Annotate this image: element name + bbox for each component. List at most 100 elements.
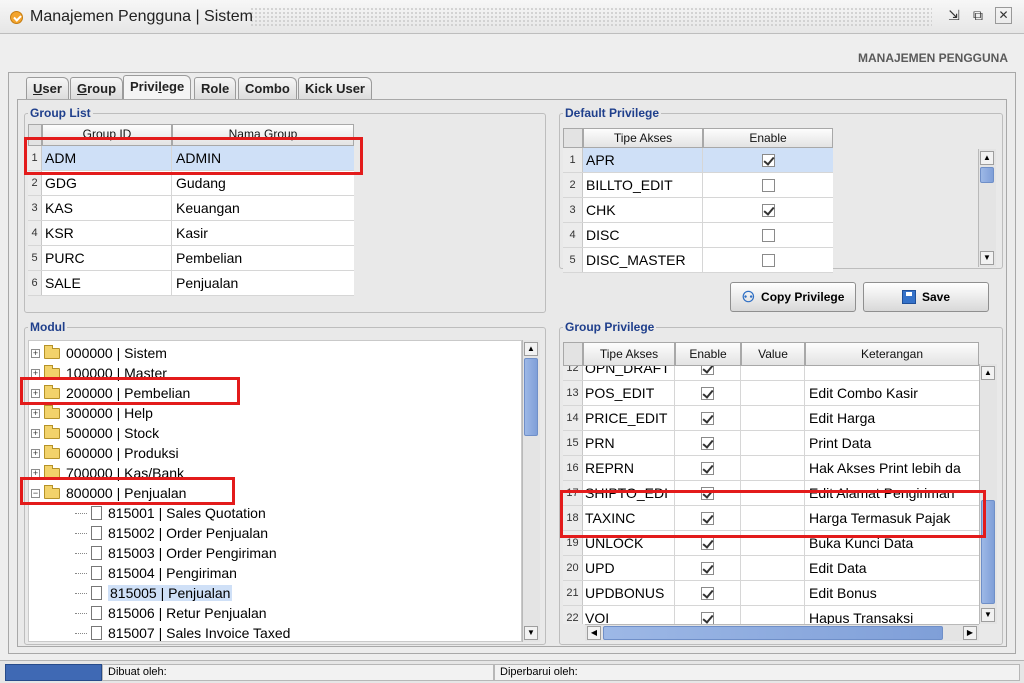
- tree-node[interactable]: − 800000 | Penjualan: [29, 483, 521, 503]
- table-row[interactable]: 3 CHK: [563, 198, 833, 223]
- scroll-down-icon[interactable]: ▼: [981, 608, 995, 622]
- expand-icon[interactable]: +: [31, 368, 40, 378]
- scroll-down-icon[interactable]: ▼: [980, 251, 994, 265]
- scroll-up-icon[interactable]: ▲: [981, 366, 995, 380]
- col-enable[interactable]: Enable: [675, 342, 741, 366]
- table-row[interactable]: 16 REPRN Hak Akses Print lebih da: [563, 456, 979, 481]
- enable-checkbox[interactable]: [701, 537, 714, 550]
- tree-node[interactable]: 815001 | Sales Quotation: [29, 503, 521, 523]
- enable-checkbox[interactable]: [761, 229, 775, 242]
- scroll-up-icon[interactable]: ▲: [980, 151, 994, 165]
- tree-node[interactable]: +000000 | Sistem: [29, 343, 521, 363]
- scroll-right-icon[interactable]: ▶: [963, 626, 977, 640]
- folder-open-icon: [44, 484, 60, 499]
- table-row[interactable]: 2 GDG Gudang: [28, 171, 354, 196]
- tab-group[interactable]: Group: [70, 77, 124, 99]
- tree-node[interactable]: +100000 | Master: [29, 363, 521, 383]
- table-row[interactable]: 21 UPDBONUS Edit Bonus: [563, 581, 979, 606]
- scroll-up-icon[interactable]: ▲: [524, 342, 538, 356]
- tree-node[interactable]: +200000 | Pembelian: [29, 383, 521, 403]
- enable-checkbox[interactable]: [701, 562, 714, 575]
- scroll-down-icon[interactable]: ▼: [524, 626, 538, 640]
- enable-checkbox[interactable]: [761, 254, 775, 267]
- scroll-thumb[interactable]: [980, 167, 994, 183]
- table-row[interactable]: 18 TAXINC Harga Termasuk Pajak: [563, 506, 979, 531]
- close-icon[interactable]: ✕: [995, 7, 1012, 24]
- table-row[interactable]: 1 ADM ADMIN: [28, 146, 354, 171]
- scroll-left-icon[interactable]: ◀: [587, 626, 601, 640]
- expand-icon[interactable]: +: [31, 388, 40, 398]
- expand-icon[interactable]: +: [31, 448, 40, 458]
- tab-role[interactable]: Role: [194, 77, 237, 99]
- enable-checkbox[interactable]: [701, 587, 714, 600]
- tree-node[interactable]: 815006 | Retur Penjualan: [29, 603, 521, 623]
- col-enable[interactable]: Enable: [703, 128, 833, 148]
- tree-node[interactable]: 815007 | Sales Invoice Taxed: [29, 623, 521, 641]
- enable-checkbox[interactable]: [701, 412, 714, 425]
- table-row[interactable]: 14 PRICE_EDIT Edit Harga: [563, 406, 979, 431]
- col-tipe-akses[interactable]: Tipe Akses: [583, 128, 703, 148]
- copy-privilege-button[interactable]: ⚇ Copy Privilege: [730, 282, 856, 312]
- enable-checkbox[interactable]: [701, 437, 714, 450]
- table-row[interactable]: 1 APR: [563, 148, 833, 173]
- table-row[interactable]: 4 DISC: [563, 223, 833, 248]
- table-row[interactable]: 2 BILLTO_EDIT: [563, 173, 833, 198]
- enable-checkbox[interactable]: [701, 462, 714, 475]
- enable-checkbox[interactable]: [701, 487, 714, 500]
- folder-icon: [44, 464, 60, 479]
- tree-node[interactable]: 815003 | Order Pengiriman: [29, 543, 521, 563]
- col-keterangan[interactable]: Keterangan: [805, 342, 979, 366]
- tab-privilege[interactable]: Privilege: [123, 75, 192, 99]
- tree-node[interactable]: 815005 | Penjualan: [29, 583, 521, 603]
- maximize-icon[interactable]: ⧉: [968, 7, 988, 27]
- enable-checkbox[interactable]: [761, 154, 775, 167]
- tree-node[interactable]: 815004 | Pengiriman: [29, 563, 521, 583]
- tab-kick-user[interactable]: Kick User: [298, 77, 372, 99]
- table-row[interactable]: 5 PURC Pembelian: [28, 246, 354, 271]
- table-row[interactable]: 20 UPD Edit Data: [563, 556, 979, 581]
- table-row[interactable]: 15 PRN Print Data: [563, 431, 979, 456]
- col-value[interactable]: Value: [741, 342, 805, 366]
- table-row[interactable]: 17 SHIPTO_EDI Edit Alamat Pengiriman: [563, 481, 979, 506]
- expand-icon[interactable]: +: [31, 348, 40, 358]
- tree-node[interactable]: +500000 | Stock: [29, 423, 521, 443]
- hscroll-thumb[interactable]: [603, 626, 943, 640]
- table-row[interactable]: 19 UNLOCK Buka Kunci Data: [563, 531, 979, 556]
- table-row[interactable]: 4 KSR Kasir: [28, 221, 354, 246]
- default-privilege-scrollbar[interactable]: ▲ ▼: [978, 149, 996, 267]
- tree-node[interactable]: +300000 | Help: [29, 403, 521, 423]
- expand-icon[interactable]: +: [31, 408, 40, 418]
- table-row[interactable]: 3 KAS Keuangan: [28, 196, 354, 221]
- tree-node[interactable]: 815002 | Order Penjualan: [29, 523, 521, 543]
- tab-user[interactable]: User: [26, 77, 69, 99]
- collapse-icon[interactable]: −: [31, 488, 40, 498]
- table-row[interactable]: 6 SALE Penjualan: [28, 271, 354, 296]
- modul-scrollbar[interactable]: ▲ ▼: [522, 340, 540, 642]
- expand-icon[interactable]: +: [31, 468, 40, 478]
- col-group-id[interactable]: Group ID: [42, 124, 172, 146]
- col-nama-group[interactable]: Nama Group: [172, 124, 354, 146]
- scroll-thumb[interactable]: [981, 500, 995, 604]
- table-row[interactable]: 13 POS_EDIT Edit Combo Kasir: [563, 381, 979, 406]
- scroll-thumb[interactable]: [524, 358, 538, 436]
- enable-checkbox[interactable]: [761, 179, 775, 192]
- tree-node[interactable]: +700000 | Kas/Bank: [29, 463, 521, 483]
- group-privilege-hscrollbar[interactable]: ◀ ▶: [585, 624, 979, 641]
- enable-checkbox[interactable]: [761, 204, 775, 217]
- group-privilege-scrollbar[interactable]: ▲ ▼: [979, 364, 997, 624]
- col-tipe-akses[interactable]: Tipe Akses: [583, 342, 675, 366]
- enable-checkbox[interactable]: [701, 387, 714, 400]
- tree-node[interactable]: +600000 | Produksi: [29, 443, 521, 463]
- table-row[interactable]: 22 VOI Hapus Transaksi: [563, 606, 979, 624]
- tree-label: 300000 | Help: [66, 405, 153, 421]
- group-id-cell: KAS: [42, 196, 172, 220]
- enable-cell: [675, 506, 741, 530]
- expand-icon[interactable]: +: [31, 428, 40, 438]
- tipe-akses-cell: PRICE_EDIT: [583, 406, 675, 430]
- enable-checkbox[interactable]: [701, 612, 714, 624]
- tab-combo[interactable]: Combo: [238, 77, 297, 99]
- table-row[interactable]: 5 DISC_MASTER: [563, 248, 833, 273]
- enable-checkbox[interactable]: [701, 512, 714, 525]
- save-button[interactable]: Save: [863, 282, 989, 312]
- restore-icon[interactable]: ⇲: [944, 7, 964, 27]
